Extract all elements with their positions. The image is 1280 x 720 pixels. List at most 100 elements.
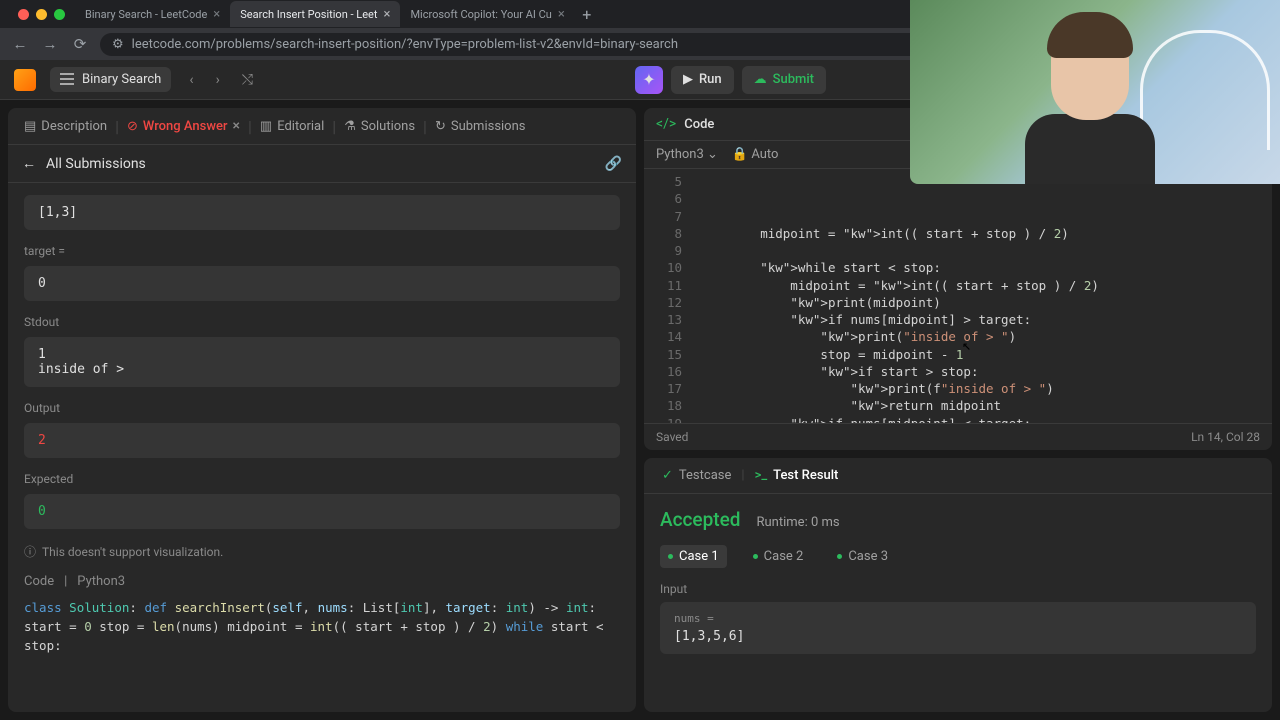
target-label: target = xyxy=(24,244,620,258)
output-box: 2 xyxy=(24,423,620,458)
language-selector[interactable]: Python3 ⌄ xyxy=(656,147,718,162)
browser-tab-1[interactable]: Search Insert Position - Leet × xyxy=(230,1,400,27)
close-icon[interactable]: × xyxy=(233,118,240,134)
value: 2 xyxy=(38,433,46,448)
play-icon: ▶ xyxy=(683,72,693,87)
chevron-down-icon: ⌄ xyxy=(707,147,718,162)
code-line[interactable] xyxy=(700,242,1264,259)
value: 0 xyxy=(38,276,46,291)
lang-label: Python3 xyxy=(77,574,125,589)
tab-description[interactable]: ▤Description xyxy=(18,117,113,136)
input-label: Input xyxy=(660,582,1256,596)
separator: | xyxy=(741,468,744,483)
code-line[interactable]: "kw">if start > stop: xyxy=(700,363,1264,380)
browser-tab-0[interactable]: Binary Search - LeetCode × xyxy=(75,1,230,27)
submit-label: Submit xyxy=(773,72,814,87)
var-label: nums = xyxy=(674,612,1242,625)
close-icon[interactable]: × xyxy=(558,7,565,22)
window-maximize-icon[interactable] xyxy=(54,9,65,20)
code-line[interactable]: midpoint = "kw">int(( start + stop ) / 2… xyxy=(700,277,1264,294)
tab-test-result[interactable]: >_Test Result xyxy=(749,466,845,485)
status-dot-icon xyxy=(837,554,842,559)
case-label: Case 2 xyxy=(764,549,804,564)
tab-title: Microsoft Copilot: Your AI Cu xyxy=(410,8,551,21)
sparkle-icon: ✦ xyxy=(642,70,655,89)
case-label: Case 1 xyxy=(679,549,719,564)
case-tab-1[interactable]: Case 1 xyxy=(660,545,727,568)
visualization-note: ⓘThis doesn't support visualization. xyxy=(24,543,620,560)
result-tabs-row: ✓Testcase | >_Test Result xyxy=(644,458,1272,494)
webcam-overlay xyxy=(910,0,1280,184)
x-circle-icon: ⊘ xyxy=(127,119,138,134)
back-button[interactable]: ← xyxy=(10,34,30,54)
cloud-upload-icon: ☁ xyxy=(754,72,767,87)
separator: | xyxy=(423,117,427,136)
stdout-label: Stdout xyxy=(24,315,620,329)
input-section: Input nums = [1,3,5,6] xyxy=(660,582,1256,654)
separator: | xyxy=(64,574,67,589)
status-dot-icon xyxy=(668,554,673,559)
next-problem-button[interactable]: › xyxy=(212,68,224,92)
tab-editorial[interactable]: ▥ Editorial xyxy=(254,117,330,136)
code-line[interactable]: "kw">print(f"inside of > ") xyxy=(700,380,1264,397)
window-minimize-icon[interactable] xyxy=(36,9,47,20)
value: [1,3] xyxy=(38,205,77,220)
code-editor[interactable]: 567891011121314151617181920 ↖ midpoint =… xyxy=(644,169,1272,423)
code-lang-row: Code | Python3 xyxy=(24,574,620,589)
code-content[interactable]: ↖ midpoint = "kw">int(( start + stop ) /… xyxy=(692,169,1272,423)
problem-list-chip[interactable]: Binary Search xyxy=(50,67,171,92)
editor-status-bar: Saved Ln 14, Col 28 xyxy=(644,423,1272,450)
reload-button[interactable]: ⟳ xyxy=(70,34,90,54)
traffic-lights xyxy=(8,9,75,20)
close-icon[interactable]: × xyxy=(383,7,390,22)
code-line[interactable]: "kw">return midpoint xyxy=(700,397,1264,414)
leetcode-logo-icon[interactable] xyxy=(14,69,36,91)
code-line[interactable]: "kw">while start < stop: xyxy=(700,259,1264,276)
site-settings-icon[interactable]: ⚙ xyxy=(112,37,124,52)
tab-title: Search Insert Position - Leet xyxy=(240,8,377,21)
tab-submissions[interactable]: ↻Submissions xyxy=(429,117,532,136)
expected-box: 0 xyxy=(24,494,620,529)
tab-label: Editorial xyxy=(277,119,324,134)
status-dot-icon xyxy=(753,554,758,559)
forward-button[interactable]: → xyxy=(40,34,60,54)
playlist-name: Binary Search xyxy=(82,72,161,87)
left-panel: ▤Description | ⊘Wrong Answer× | ▥ Editori… xyxy=(8,108,636,712)
link-icon[interactable]: 🔗 xyxy=(605,156,622,172)
shuffle-button[interactable]: ⤭ xyxy=(238,68,257,92)
auto-toggle[interactable]: 🔒 Auto xyxy=(732,147,779,162)
code-label: Code xyxy=(24,574,54,589)
person-silhouette xyxy=(1020,20,1160,184)
list-icon xyxy=(60,73,74,87)
ai-assist-button[interactable]: ✦ xyxy=(635,66,663,94)
tab-wrong-answer[interactable]: ⊘Wrong Answer× xyxy=(121,116,246,136)
submit-button[interactable]: ☁ Submit xyxy=(742,66,826,94)
window-close-icon[interactable] xyxy=(18,9,29,20)
auto-label: Auto xyxy=(751,147,778,162)
all-submissions-row[interactable]: ← All Submissions 🔗 xyxy=(8,145,636,183)
target-box: 0 xyxy=(24,266,620,301)
run-button[interactable]: ▶ Run xyxy=(671,66,734,94)
code-line[interactable]: "kw">if nums[midpoint] < target: xyxy=(700,415,1264,424)
new-tab-button[interactable]: + xyxy=(575,5,599,24)
submitted-code: class Solution: def searchInsert(self, n… xyxy=(24,599,620,655)
tab-label: Submissions xyxy=(451,119,526,134)
code-icon: </> xyxy=(656,116,676,132)
status-row: Accepted Runtime: 0 ms xyxy=(660,508,1256,531)
case-tab-3[interactable]: Case 3 xyxy=(829,545,896,568)
tab-testcase[interactable]: ✓Testcase xyxy=(656,466,737,485)
prev-problem-button[interactable]: ‹ xyxy=(185,68,197,92)
code-line[interactable]: midpoint = "kw">int(( start + stop ) / 2… xyxy=(700,225,1264,242)
tab-solutions[interactable]: ⚗Solutions xyxy=(338,117,421,136)
case-tab-2[interactable]: Case 2 xyxy=(745,545,812,568)
browser-tab-2[interactable]: Microsoft Copilot: Your AI Cu × xyxy=(400,1,574,27)
note-text: This doesn't support visualization. xyxy=(42,545,223,559)
input-box: nums = [1,3,5,6] xyxy=(660,602,1256,654)
book-icon: ▥ xyxy=(260,119,272,134)
code-line[interactable]: stop = midpoint - 1 xyxy=(700,346,1264,363)
code-line[interactable]: "kw">print(midpoint) xyxy=(700,294,1264,311)
code-line[interactable]: "kw">print("inside of > ") xyxy=(700,328,1264,345)
code-line[interactable]: "kw">if nums[midpoint] > target: xyxy=(700,311,1264,328)
close-icon[interactable]: × xyxy=(213,7,220,22)
cursor-position: Ln 14, Col 28 xyxy=(1191,430,1260,444)
